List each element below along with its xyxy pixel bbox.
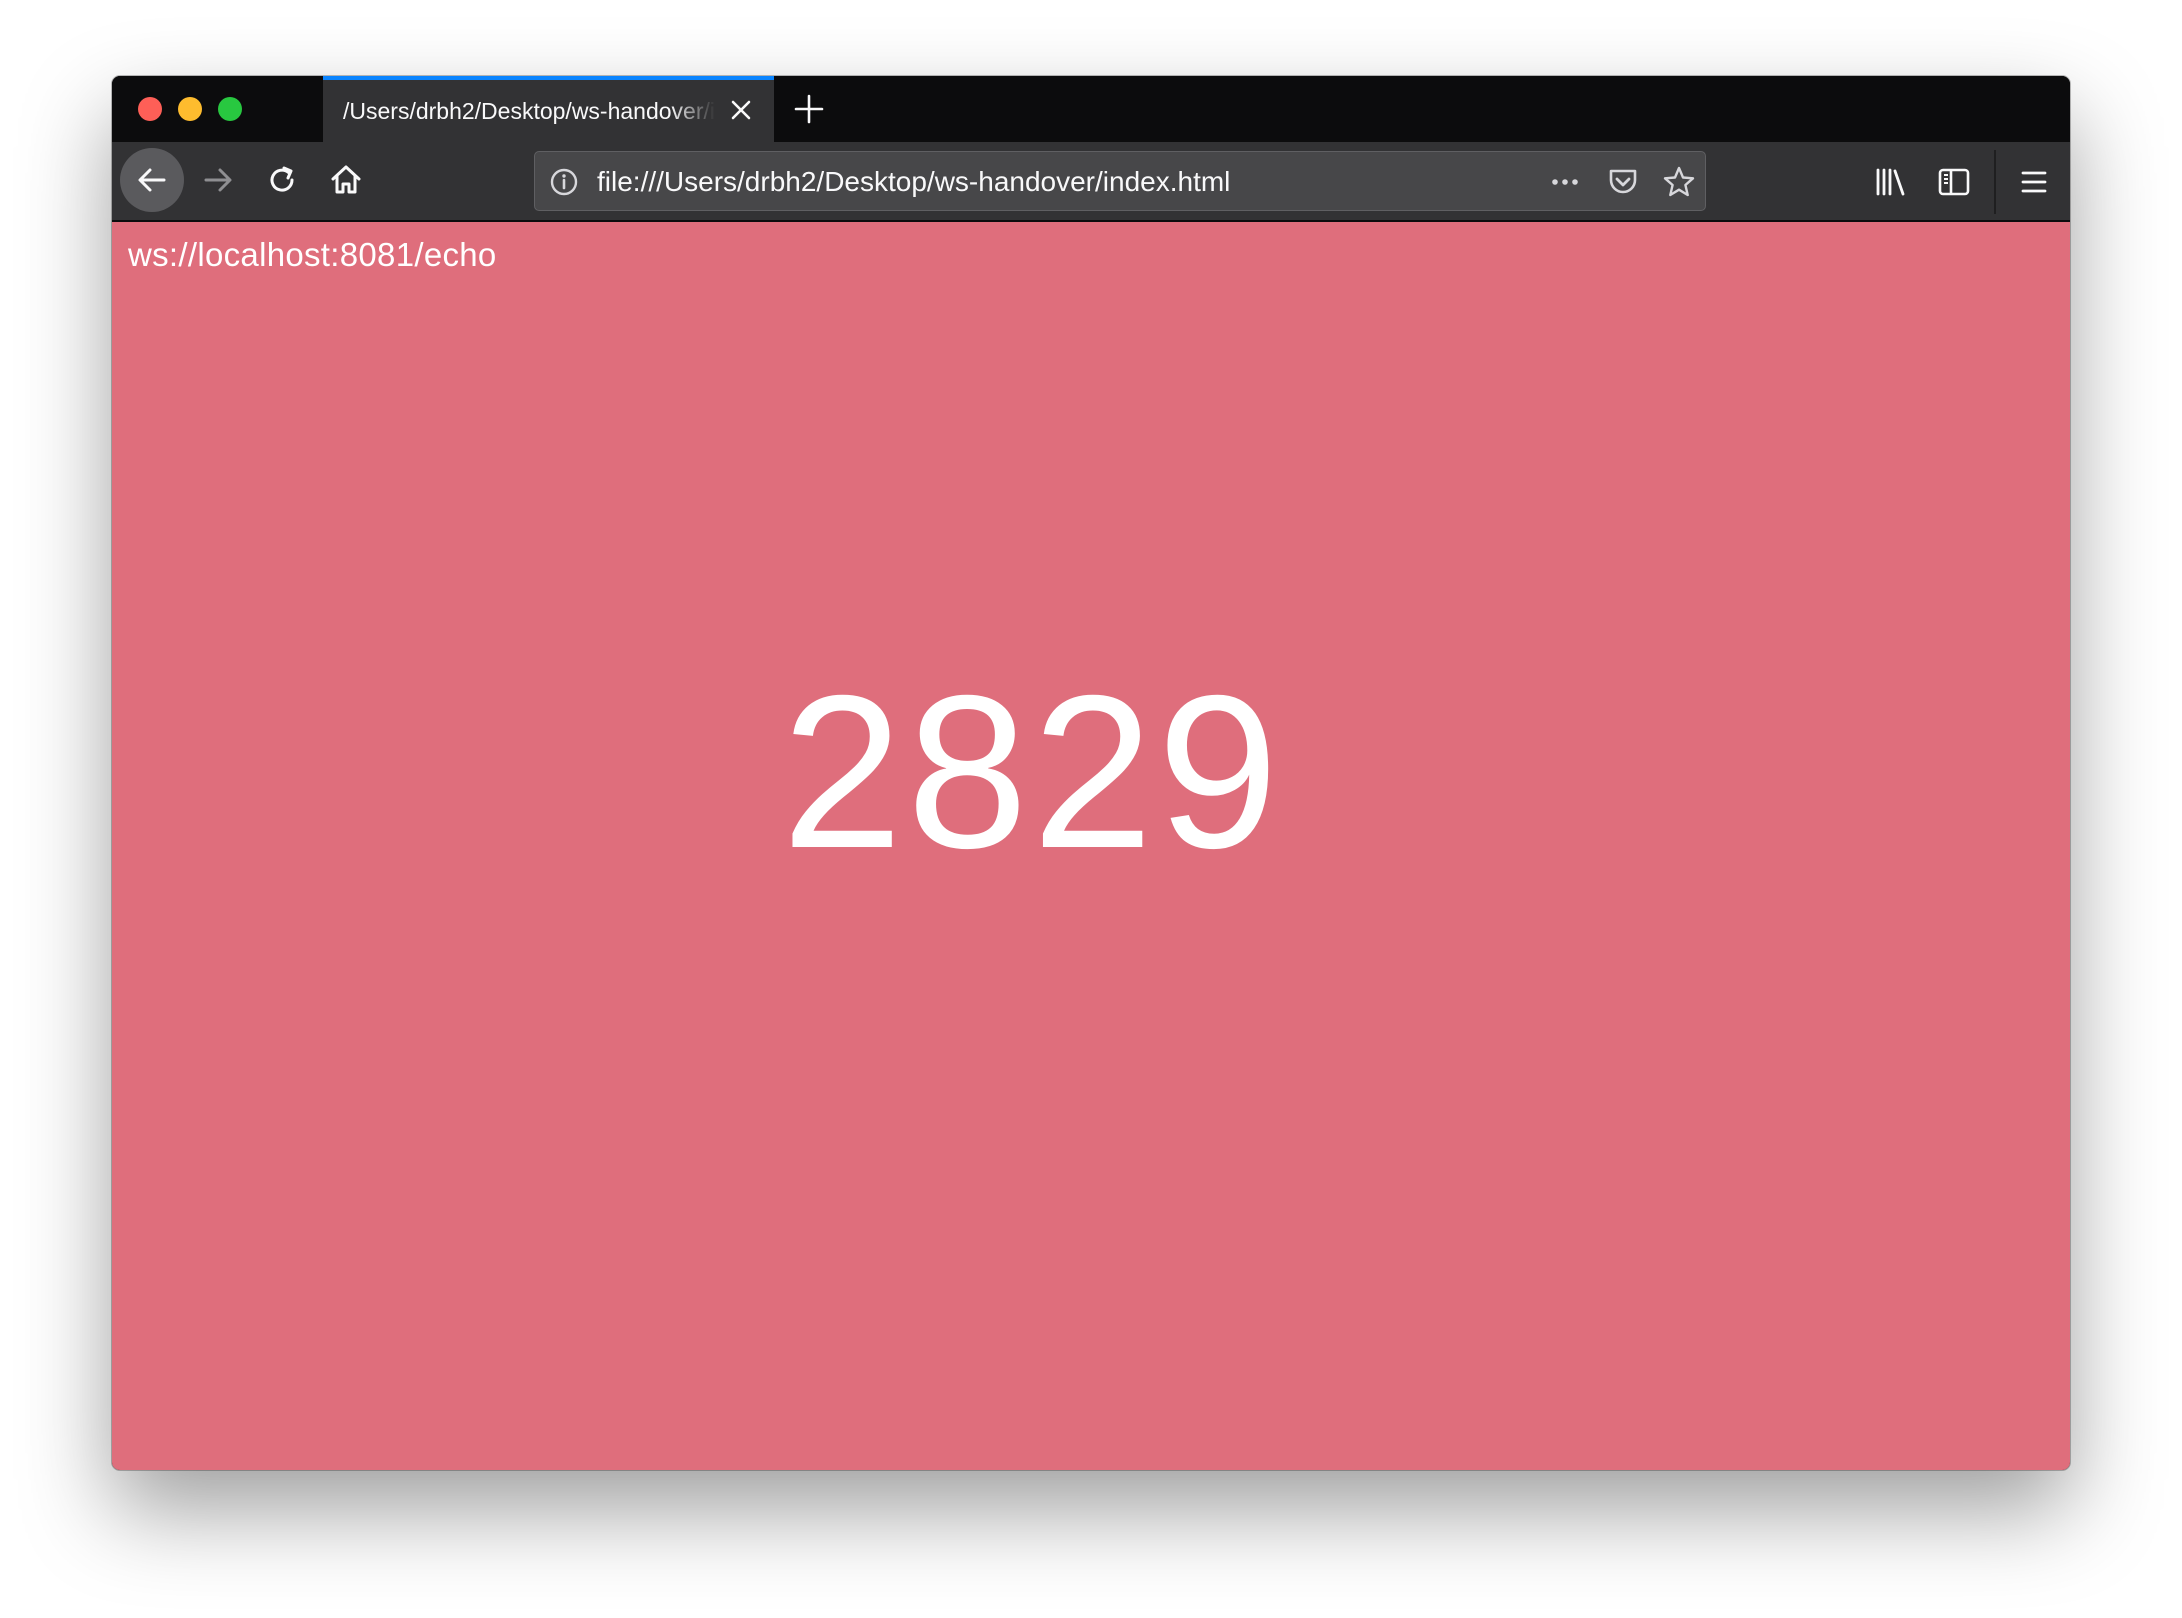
star-icon[interactable]: [1661, 164, 1697, 200]
window-zoom-button[interactable]: [218, 97, 242, 121]
page-content: ws://localhost:8081/echo 2829: [112, 222, 2070, 1470]
home-icon[interactable]: [314, 148, 378, 212]
tab-close-icon[interactable]: [727, 96, 755, 124]
url-text[interactable]: file:///Users/drbh2/Desktop/ws-handover/…: [597, 166, 1230, 198]
new-tab-plus-icon[interactable]: [792, 92, 826, 126]
tab-active[interactable]: /Users/drbh2/Desktop/ws-handover/index.h…: [323, 76, 774, 142]
counter-value: 2829: [781, 651, 1283, 894]
window-minimize-button[interactable]: [178, 97, 202, 121]
websocket-url-label: ws://localhost:8081/echo: [128, 236, 497, 273]
browser-window: /Users/drbh2/Desktop/ws-handover/index.h…: [112, 76, 2070, 1470]
window-close-button[interactable]: [138, 97, 162, 121]
sidebar-icon[interactable]: [1926, 154, 1982, 210]
tab-bar: /Users/drbh2/Desktop/ws-handover/index.h…: [112, 76, 2070, 142]
tab-title: /Users/drbh2/Desktop/ws-handover/index.h…: [343, 98, 715, 124]
toolbar-separator: [1994, 150, 1996, 214]
pocket-icon[interactable]: [1605, 164, 1641, 200]
library-icon[interactable]: [1862, 154, 1918, 210]
reload-icon[interactable]: [250, 148, 314, 212]
info-icon[interactable]: [549, 167, 579, 197]
back-arrow-icon[interactable]: [120, 148, 184, 212]
url-bar[interactable]: file:///Users/drbh2/Desktop/ws-handover/…: [534, 151, 1706, 211]
navigation-toolbar: file:///Users/drbh2/Desktop/ws-handover/…: [112, 142, 2070, 222]
more-dots-icon[interactable]: [1547, 164, 1583, 200]
hamburger-menu-icon[interactable]: [2006, 154, 2062, 210]
forward-arrow-icon[interactable]: [186, 148, 250, 212]
